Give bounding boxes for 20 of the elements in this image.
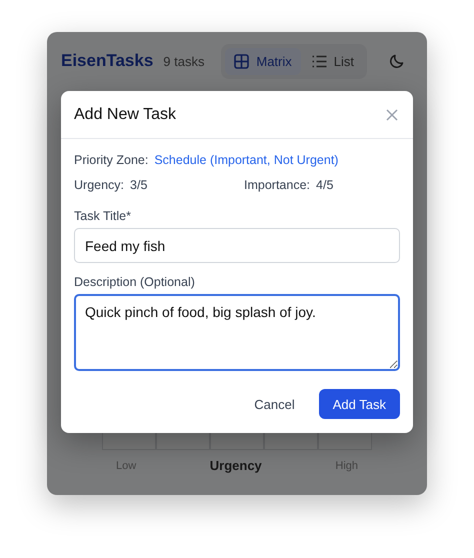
moon-icon[interactable] (389, 53, 405, 69)
priority-zone-label: Priority Zone: (74, 153, 148, 167)
field-label: Task Title* (74, 209, 132, 223)
add-task-button[interactable]: Add Task (318, 389, 400, 419)
axis-title: Urgency (208, 458, 263, 473)
task-count: 9 tasks (163, 54, 204, 68)
close-icon[interactable] (385, 108, 399, 122)
importance-label: Importance: (244, 178, 310, 192)
cancel-button[interactable]: Cancel (240, 389, 309, 419)
grid-icon (234, 54, 250, 68)
urgency-value: 3/5 (130, 178, 148, 192)
list-icon (312, 54, 327, 68)
urgency-label: Urgency: (74, 178, 124, 192)
field-label: Description (Optional) (74, 275, 196, 289)
priority-zone-value: Schedule (Important, Not Urgent) (154, 153, 338, 167)
dialog-title: Add New Task (74, 106, 176, 124)
description-input[interactable]: Quick pinch of food, big splash of joy. (74, 294, 400, 371)
importance-value: 4/5 (316, 178, 334, 192)
app-title: EisenTasks (61, 51, 154, 71)
title-input[interactable]: Feed my fish (74, 228, 400, 263)
